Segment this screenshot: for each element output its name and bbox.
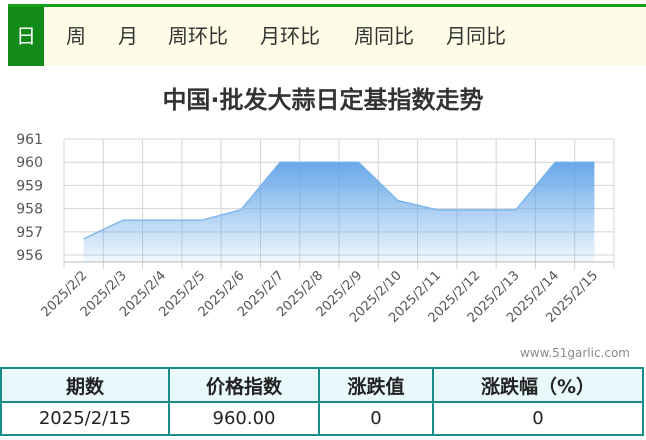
tab-month[interactable]: 月 [118,7,138,66]
index-area [83,162,595,262]
y-tick-label: 956 [16,248,43,264]
column-header-change-value: 涨跌值 [318,367,434,403]
cell-period: 2025/2/15 [0,401,170,436]
y-tick-label: 957 [16,225,43,241]
tab-week-year-over-year[interactable]: 周同比 [354,7,414,66]
period-tab-bar: 日 周 月 周环比 月环比 周同比 月同比 [8,4,646,66]
table-header-row: 期数 价格指数 涨跌值 涨跌幅（%） [0,367,644,403]
y-tick-label: 960 [16,155,43,171]
tab-month-over-month[interactable]: 月环比 [260,7,320,66]
x-axis-ticks: 2025/2/22025/2/32025/2/42025/2/52025/2/6… [39,268,602,326]
cell-price-index: 960.00 [168,401,320,436]
index-trend-chart: 956 957 958 959 960 961 2025/2/22025/2/32025/… [16,132,615,326]
tab-week[interactable]: 周 [66,7,86,66]
chart-title: 中国·批发大蒜日定基指数走势 [162,86,484,114]
column-header-change-percent: 涨跌幅（%） [432,367,644,403]
y-tick-label: 961 [16,132,43,148]
index-summary-table: 期数 价格指数 涨跌值 涨跌幅（%） 2025/2/15 960.00 0 0 [0,367,644,436]
y-tick-label: 959 [16,178,43,194]
cell-change-value: 0 [318,401,434,436]
tab-month-year-over-year[interactable]: 月同比 [446,7,506,66]
y-tick-label: 958 [16,202,43,218]
cell-change-percent: 0 [432,401,644,436]
source-watermark: www.51garlic.com [519,346,630,360]
column-header-period: 期数 [0,367,170,403]
y-axis-ticks: 956 957 958 959 960 961 [16,132,43,264]
tab-week-over-week[interactable]: 周环比 [168,7,228,66]
column-header-price-index: 价格指数 [168,367,320,403]
tab-day[interactable]: 日 [8,7,44,66]
table-row: 2025/2/15 960.00 0 0 [0,401,644,436]
